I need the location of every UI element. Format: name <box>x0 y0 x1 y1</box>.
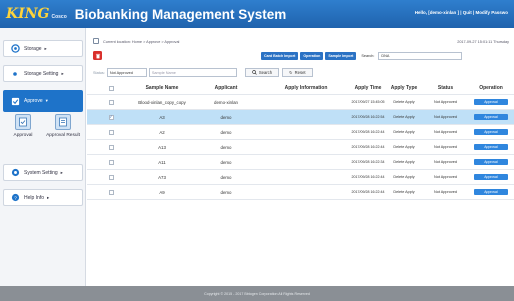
sidebar-item-system-setting[interactable]: System Setting ▸ <box>3 164 83 181</box>
row-checkbox[interactable] <box>108 129 114 135</box>
reset-icon: ↻ <box>289 70 293 75</box>
submenu-item-approval[interactable]: Approval <box>5 114 41 154</box>
approval-button[interactable]: Approval <box>474 144 508 150</box>
approval-button[interactable]: Approval <box>474 129 508 135</box>
row-checkbox[interactable] <box>108 174 114 180</box>
trash-icon <box>95 53 100 58</box>
chevron-down-icon: ▾ <box>45 98 48 103</box>
col-sample-name: Sample Name <box>145 85 179 91</box>
app-title: Biobanking Management System <box>74 6 287 22</box>
table-header: Sample Name Applicant Apply Information … <box>87 82 514 95</box>
approval-button[interactable]: Approval <box>474 159 508 165</box>
chevron-right-icon: ▸ <box>44 45 47 51</box>
approval-button[interactable]: Approval <box>474 99 508 105</box>
chevron-right-icon: ▸ <box>60 169 63 175</box>
col-apply-time: Apply Time <box>354 85 382 91</box>
table-row[interactable]: A11 demo 2017/09/28 16:22:34 Delete Appl… <box>87 155 514 170</box>
col-apply-type: Apply Type <box>390 85 418 91</box>
card-batch-import-button[interactable]: Card Batch Import <box>261 52 299 60</box>
table-row[interactable]: Blood-xinlan_copy_copy demo-xinlan 2017/… <box>87 95 514 110</box>
row-checkbox[interactable] <box>108 144 114 150</box>
svg-text:?: ? <box>14 195 17 201</box>
user-links[interactable]: Hello, [demo-xinlan ] | Quit | Modify Pa… <box>415 10 508 15</box>
col-operation: Operation <box>479 85 503 91</box>
current-date: 2017-09-27 15:01:11 Thursday <box>457 40 509 44</box>
footer: Copyright © 2015 - 2017 Bbtogen Corporat… <box>0 286 514 301</box>
search-icon <box>252 69 257 76</box>
breadcrumb: Current location: Home > Approve > Appro… <box>103 40 180 44</box>
sample-name-input[interactable]: Sample Name <box>148 68 237 77</box>
approve-icon <box>10 96 20 106</box>
col-apply-information: Apply Information <box>284 85 328 91</box>
table-row[interactable]: A9 demo 2017/09/28 16:22:44 Delete Apply… <box>87 185 514 200</box>
table-row[interactable]: A73 demo 2017/09/28 16:22:44 Delete Appl… <box>87 170 514 185</box>
logo-text: KING <box>6 6 50 22</box>
approval-button[interactable]: Approval <box>474 189 508 195</box>
row-checkbox[interactable]: ✓ <box>108 114 114 120</box>
col-applicant: Applicant <box>214 85 238 91</box>
table-row[interactable]: A2 demo 2017/09/28 16:22:44 Delete Apply… <box>87 125 514 140</box>
table-row[interactable]: A13 demo 2017/09/28 16:22:44 Delete Appl… <box>87 140 514 155</box>
approval-table: Sample Name Applicant Apply Information … <box>87 82 514 200</box>
app-header: KING Cosco Biobanking Management System … <box>0 0 514 28</box>
toolbar: Card Batch Import Operation Sample Impor… <box>261 52 463 60</box>
submenu-item-approval-result[interactable]: Approval Result <box>45 114 81 154</box>
approve-submenu: Approval Approval Result <box>3 114 83 154</box>
table-row[interactable]: ✓ A3 demo 2017/09/28 16:22:54 Delete App… <box>87 110 514 125</box>
main-content: Current location: Home > Approve > Appro… <box>87 28 514 286</box>
sidebar-item-storage-setting[interactable]: Storage Setting ▸ <box>3 65 83 82</box>
sidebar: Storage ▸ Storage Setting ▸ Approve ▾ Ap… <box>0 28 86 286</box>
select-all-checkbox[interactable] <box>108 85 114 91</box>
system-setting-icon <box>10 168 20 178</box>
search-select[interactable]: DNA <box>378 52 463 60</box>
row-checkbox[interactable] <box>108 99 114 105</box>
sample-import-button[interactable]: Sample Import <box>325 52 357 60</box>
logo: KING Cosco <box>6 6 67 22</box>
approval-button[interactable]: Approval <box>474 114 508 120</box>
search-label: Search: <box>361 54 375 58</box>
approval-button[interactable]: Approval <box>474 174 508 180</box>
delete-button[interactable] <box>93 51 102 60</box>
location-icon <box>93 38 99 44</box>
approval-result-icon <box>55 114 71 130</box>
storage-setting-icon <box>10 69 20 79</box>
status-filter-label: Status: <box>93 70 105 75</box>
search-button[interactable]: Search <box>244 68 280 77</box>
col-status: Status <box>437 85 454 91</box>
filter-bar: Status: Not Approved Sample Name Search … <box>93 68 313 77</box>
storage-icon <box>10 44 20 54</box>
sidebar-item-help-info[interactable]: ? Help Info ▸ <box>3 189 83 206</box>
approval-icon <box>15 114 31 130</box>
operation-button[interactable]: Operation <box>300 52 324 60</box>
row-checkbox[interactable] <box>108 189 114 195</box>
help-icon: ? <box>10 193 20 203</box>
chevron-right-icon: ▸ <box>61 70 64 76</box>
status-filter-select[interactable]: Not Approved <box>106 68 147 77</box>
sidebar-item-approve[interactable]: Approve ▾ <box>3 90 83 112</box>
logo-subtext: Cosco <box>51 14 67 20</box>
row-checkbox[interactable] <box>108 159 114 165</box>
sidebar-item-storage[interactable]: Storage ▸ <box>3 40 83 57</box>
chevron-right-icon: ▸ <box>47 194 50 200</box>
reset-button[interactable]: ↻ Reset <box>282 68 313 77</box>
